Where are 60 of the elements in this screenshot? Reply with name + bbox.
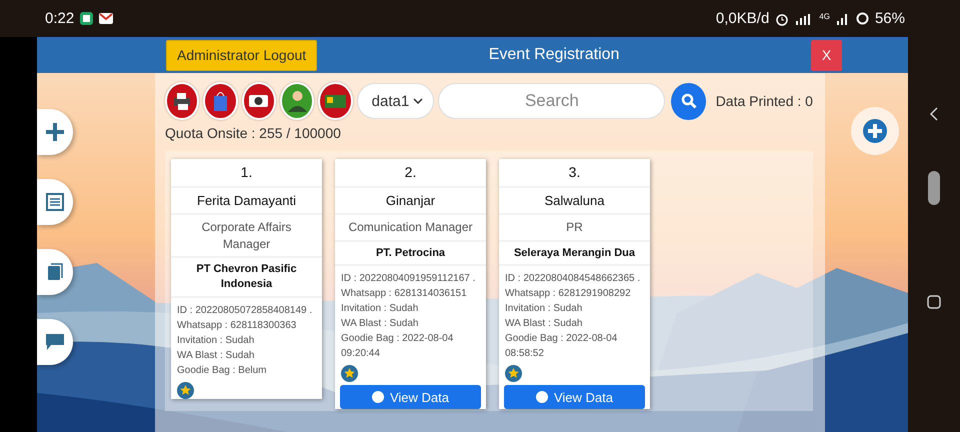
caret-icon (413, 98, 424, 104)
attendee-detail: Goodie Bag : 2022-08-04 08:58:52 (505, 332, 618, 362)
attendee-company: PT. Petrocina (335, 242, 486, 266)
chat-icon (45, 333, 65, 351)
attendee-position: Corporate Affairs Manager (171, 215, 322, 258)
printer-icon (174, 92, 190, 110)
plus-icon (46, 123, 64, 141)
clock-time: 0:22 (45, 10, 74, 27)
bag-icon (214, 92, 227, 110)
attendee-detail: Whatsapp : 6281314036151 (341, 287, 468, 302)
dataset-select[interactable]: data1 (356, 83, 434, 119)
attendee-detail: Goodie Bag : Belum (177, 364, 268, 378)
attendee-detail: ID : 20220805072858408149 . (177, 304, 314, 318)
home-icon[interactable] (927, 295, 941, 309)
attendee-company: PT Chevron Pasific Indonesia (171, 258, 322, 298)
attendee-name: Ferita Damayanti (171, 188, 322, 216)
attendee-detail: WA Blast : Sudah (177, 348, 256, 362)
back-icon[interactable] (929, 107, 939, 121)
attendee-company: Seleraya Merangin Dua (499, 242, 650, 266)
attendee-position: PR (499, 215, 650, 242)
attendee-position: Comunication Manager (335, 215, 486, 242)
card-number: 1. (171, 159, 322, 188)
attendee-detail: Invitation : Sudah (505, 302, 584, 316)
search-field[interactable]: Search (438, 83, 666, 119)
battery-icon (856, 12, 869, 25)
attendee-detail: Goodie Bag : 2022-08-04 09:20:44 (341, 332, 454, 362)
logout-button[interactable]: Administrator Logout (166, 40, 318, 70)
attendee-detail: Invitation : Sudah (177, 334, 256, 348)
network-speed: 0,0KB/d (716, 10, 770, 27)
attendee-detail: ID : 20220804084548662365 . (505, 272, 642, 286)
battery-level: 56% (874, 10, 905, 27)
person-icon (288, 90, 307, 112)
attendee-detail: Whatsapp : 628118300363 (177, 318, 298, 332)
quota-text: Quota Onsite : 255 / 100000 (165, 125, 341, 141)
attendee-name: Ginanjar (335, 188, 486, 216)
page-title: Event Registration (488, 46, 620, 64)
network-type: 4G (819, 12, 830, 21)
attendee-detail: WA Blast : Sudah (341, 317, 420, 332)
attendee-detail: ID : 20220804091959112167 . (341, 272, 476, 286)
signal-icon (836, 12, 850, 24)
scroll-handle[interactable] (928, 171, 940, 205)
attendee-detail: Whatsapp : 6281291908292 (505, 287, 632, 302)
alarm-icon (775, 12, 790, 26)
list-icon (46, 193, 64, 211)
card-number: 2. (335, 159, 486, 188)
view-data-button[interactable]: View Data (340, 385, 481, 410)
close-button[interactable]: X (811, 40, 842, 70)
book-icon (46, 263, 64, 281)
attendee-detail: Invitation : Sudah (341, 302, 420, 316)
banner-icon (324, 94, 346, 108)
data-printed-count: Data Printed : 0 (716, 93, 813, 109)
view-data-button[interactable]: View Data (504, 385, 645, 410)
card-number: 3. (499, 159, 650, 188)
camera-icon (249, 95, 268, 107)
gallery-icon (80, 12, 94, 25)
mail-icon (99, 13, 114, 24)
plus-icon (863, 119, 887, 143)
attendee-name: Salwaluna (499, 188, 650, 216)
search-icon (680, 93, 697, 109)
attendee-detail: WA Blast : Sudah (505, 317, 584, 332)
